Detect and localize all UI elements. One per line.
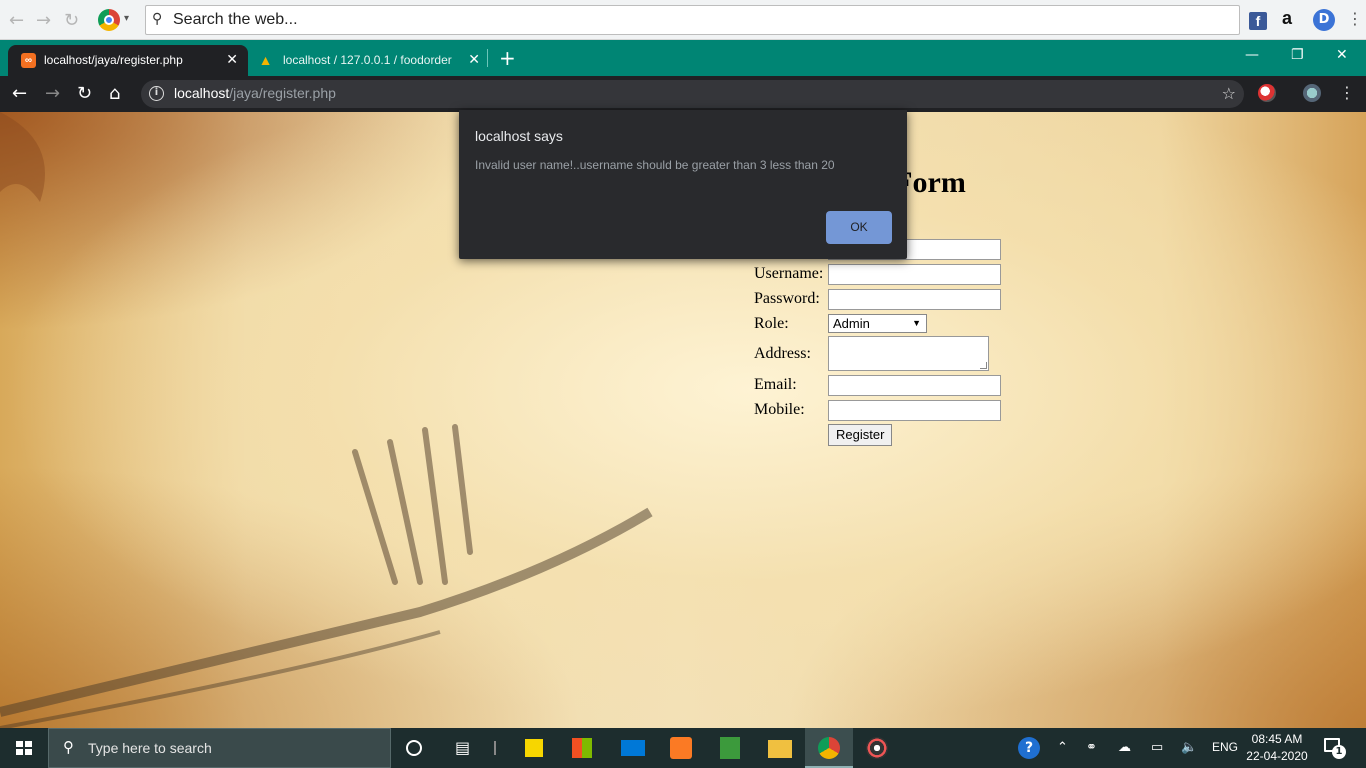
reload-icon[interactable]: ↻ xyxy=(77,83,92,104)
profile-avatar[interactable] xyxy=(1303,84,1321,102)
mobile-field[interactable] xyxy=(828,400,1001,421)
phpmyadmin-icon: ▲ xyxy=(258,52,273,68)
taskbar-search[interactable]: ⚲ Type here to search xyxy=(48,728,391,768)
url-text: localhost/jaya/register.php xyxy=(174,85,336,101)
address-label: Address: xyxy=(754,345,811,362)
forward-arrow-icon[interactable]: → xyxy=(36,10,51,31)
clock[interactable]: 08:45 AM 22-04-2020 xyxy=(1246,731,1308,765)
clock-time: 08:45 AM xyxy=(1251,732,1303,746)
reload-icon[interactable]: ↻ xyxy=(64,10,79,31)
cortana-icon[interactable] xyxy=(406,740,422,756)
dropdown-arrow-icon: ▼ xyxy=(912,318,921,328)
duckduckgo-icon[interactable]: D xyxy=(1313,9,1335,31)
dialog-message: Invalid user name!..username should be g… xyxy=(475,158,835,172)
chevron-down-icon[interactable]: ▾ xyxy=(124,13,129,24)
tab-title: localhost / 127.0.0.1 / foodorder xyxy=(283,53,452,67)
tab-phpmyadmin[interactable]: ▲ localhost / 127.0.0.1 / foodorder ✕ xyxy=(250,45,486,76)
dialog-title: localhost says xyxy=(475,128,563,144)
search-icon: ⚲ xyxy=(63,738,74,756)
username-label: Username: xyxy=(754,265,824,282)
extension-icon[interactable] xyxy=(1258,84,1276,102)
back-icon[interactable]: ← xyxy=(12,83,27,104)
email-field[interactable] xyxy=(828,375,1001,396)
password-label: Password: xyxy=(754,290,820,307)
alert-dialog: localhost says Invalid user name!..usern… xyxy=(459,110,907,259)
address-textarea[interactable] xyxy=(828,336,989,371)
mail-icon[interactable] xyxy=(621,740,645,756)
start-button[interactable] xyxy=(0,728,48,768)
help-icon[interactable]: ? xyxy=(1018,737,1040,759)
clock-date: 22-04-2020 xyxy=(1246,749,1308,763)
chrome-taskbar-item[interactable] xyxy=(805,728,853,768)
amazon-icon[interactable]: a xyxy=(1282,8,1292,29)
menu-icon[interactable]: ⋮ xyxy=(1339,83,1355,102)
language-indicator[interactable]: ENG xyxy=(1212,740,1238,754)
password-field[interactable] xyxy=(828,289,1001,310)
mobile-label: Mobile: xyxy=(754,401,805,418)
globe-icon[interactable]: ⚭ xyxy=(1086,739,1097,755)
chevron-up-icon[interactable]: ⌃ xyxy=(1057,739,1068,755)
tab-divider xyxy=(487,49,488,67)
taskbar-divider xyxy=(494,741,496,755)
xampp-icon: ∞ xyxy=(21,53,36,68)
notepad-plus-icon[interactable] xyxy=(720,737,740,759)
url-field[interactable]: i localhost/jaya/register.php ☆ xyxy=(141,80,1244,108)
close-icon[interactable]: ✕ xyxy=(226,51,238,68)
browser-toolbar: ← → ↻ ▾ ⚲ Search the web... f a D ⋮ xyxy=(0,0,1366,40)
notification-center-icon[interactable]: 1 xyxy=(1324,738,1346,759)
email-label: Email: xyxy=(754,376,797,393)
media-player-icon[interactable] xyxy=(866,737,888,759)
username-field[interactable] xyxy=(828,264,1001,285)
search-icon: ⚲ xyxy=(152,11,163,27)
close-icon[interactable]: ✕ xyxy=(468,51,480,68)
file-explorer-icon[interactable] xyxy=(768,740,792,758)
cloud-icon[interactable]: ☁ xyxy=(1118,739,1131,755)
back-arrow-icon[interactable]: ← xyxy=(9,10,24,31)
store-icon[interactable] xyxy=(572,738,592,758)
role-label: Role: xyxy=(754,315,789,332)
taskbar-search-placeholder: Type here to search xyxy=(88,740,212,756)
volume-icon[interactable]: 🔈 xyxy=(1181,739,1197,755)
notification-badge: 1 xyxy=(1332,745,1346,759)
window-close-icon[interactable]: ✕ xyxy=(1336,47,1348,63)
restore-icon[interactable]: ❐ xyxy=(1291,47,1304,63)
ok-button[interactable]: OK xyxy=(826,211,892,244)
tab-register[interactable]: ∞ localhost/jaya/register.php ✕ xyxy=(8,45,248,76)
new-tab-icon[interactable]: + xyxy=(499,46,516,70)
xampp-icon[interactable] xyxy=(670,737,692,759)
tab-title: localhost/jaya/register.php xyxy=(44,53,183,67)
web-search-placeholder: Search the web... xyxy=(173,11,298,28)
sticky-notes-icon[interactable] xyxy=(525,739,543,757)
register-button[interactable]: Register xyxy=(828,424,893,446)
chrome-logo-icon[interactable] xyxy=(98,9,120,31)
chrome-icon xyxy=(818,737,840,759)
role-select-value: Admin xyxy=(833,316,870,331)
role-select[interactable]: Admin ▼ xyxy=(828,314,927,333)
windows-icon xyxy=(16,741,32,755)
forward-icon[interactable]: → xyxy=(45,83,60,104)
task-view-icon[interactable]: ▤ xyxy=(455,738,477,760)
web-search-input[interactable]: ⚲ Search the web... xyxy=(145,5,1240,35)
bookmark-star-icon[interactable]: ☆ xyxy=(1222,84,1236,103)
more-vertical-icon[interactable]: ⋮ xyxy=(1347,9,1363,28)
minimize-icon[interactable]: — xyxy=(1245,47,1259,63)
home-icon[interactable]: ⌂ xyxy=(109,83,120,104)
taskbar: ⚲ Type here to search ▤ ? ⌃ ⚭ ☁ ▭ 🔈 ENG … xyxy=(0,728,1366,768)
info-icon[interactable]: i xyxy=(149,86,164,101)
address-bar: ← → ↻ ⌂ i localhost/jaya/register.php ☆ … xyxy=(0,76,1366,112)
facebook-icon[interactable]: f xyxy=(1249,12,1267,30)
battery-icon[interactable]: ▭ xyxy=(1151,739,1163,755)
